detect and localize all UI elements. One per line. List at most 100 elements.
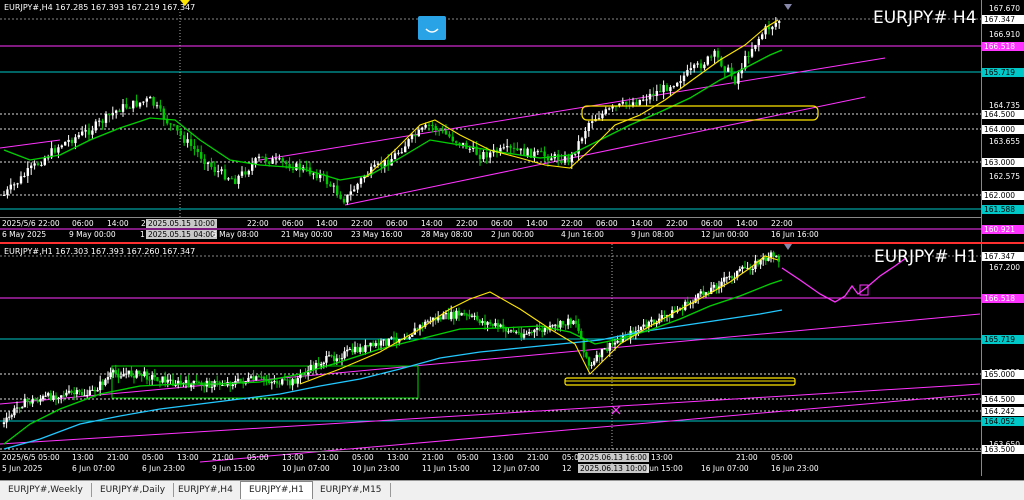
candle-body [536, 151, 539, 153]
time-label: 23 May 16:00 [351, 230, 403, 239]
candle-body [408, 336, 411, 339]
candle-body [669, 87, 672, 92]
candle-body [473, 315, 476, 317]
candle-body [6, 189, 9, 195]
h4-price-axis[interactable]: 167.670 166.910 164.735 163.655 162.575 167.3… [981, 0, 1024, 242]
tab-h4[interactable]: EURJPY#,H4 [170, 483, 242, 497]
zigzag-yellow [299, 255, 779, 385]
candle-body [325, 355, 328, 363]
candle-body [34, 399, 37, 401]
candle-body [482, 151, 485, 160]
candle-body [260, 376, 263, 378]
tab-weekly[interactable]: EURJPY#,Weekly [0, 483, 92, 497]
tab-daily[interactable]: EURJPY#,Daily [92, 483, 175, 497]
candle-body [448, 134, 451, 137]
candle-body [39, 399, 42, 402]
h1-price-axis[interactable]: 167.200165.950163.650167.347166.518165.7… [981, 244, 1024, 476]
candle-body [236, 378, 240, 382]
candle-body [274, 158, 278, 160]
candle-body [662, 85, 665, 93]
candle-body [672, 86, 675, 88]
candle-body [2, 422, 6, 424]
candle-body [584, 131, 587, 139]
candle-body [486, 322, 489, 325]
time-label: 9 Jun 15:00 [212, 464, 255, 473]
candle-body [520, 332, 523, 338]
candle-body [451, 136, 454, 142]
candle-body [18, 407, 21, 409]
candle-body [54, 395, 58, 399]
moving-average-cyan [3, 309, 783, 450]
candle-body [271, 158, 274, 164]
candle-body [234, 178, 237, 184]
candle-body [106, 377, 110, 380]
candle-body [660, 315, 663, 319]
h4-chart-canvas[interactable] [0, 0, 1024, 242]
candle-body [478, 319, 481, 324]
tab-h1[interactable]: EURJPY#,H1 [240, 481, 313, 499]
candle-body [556, 324, 559, 328]
candle-body [176, 125, 179, 131]
candle-body [192, 380, 195, 384]
candle-body [452, 311, 455, 319]
candle-body [104, 379, 107, 385]
candle-body [697, 293, 700, 299]
time-label: 06:00 [596, 219, 618, 228]
candle-body [526, 148, 529, 156]
candle-body [305, 167, 308, 169]
candle-body [298, 163, 301, 171]
candle-body [741, 266, 744, 269]
candle-body [421, 127, 424, 130]
candle-body [296, 378, 299, 384]
candle-body [44, 395, 47, 397]
candle-body [251, 164, 254, 171]
candle-body [569, 318, 572, 325]
price-label: 164.735 [988, 101, 1020, 110]
candle-body [572, 320, 575, 325]
candle-body [179, 130, 182, 136]
candle-body [702, 291, 705, 296]
time-label: 06:00 [282, 219, 304, 228]
candle-body [349, 191, 352, 195]
h1-chart-canvas[interactable] [0, 244, 1024, 476]
candle-body [184, 380, 188, 383]
candle-body [80, 391, 84, 396]
range-box [111, 365, 419, 399]
h1-time-axis[interactable]: 2025/6/5 05:00 13:00 21:00 05:00 13:00 21:00 0… [0, 451, 982, 476]
candle-body [13, 408, 16, 416]
candle-body [91, 389, 94, 391]
smiley-expert-icon[interactable] [418, 16, 446, 40]
candle-body [567, 318, 570, 326]
time-label: 06:00 [72, 219, 94, 228]
candle-body [778, 21, 781, 23]
tab-m15[interactable]: EURJPY#,M15 [312, 483, 391, 497]
time-label: Jun 15:00 [647, 464, 683, 473]
candle-body [30, 165, 33, 169]
time-label: 06:00 [701, 219, 723, 228]
time-label: 9 Jun 08:00 [631, 230, 674, 239]
h1-chart-pane[interactable]: EURJPY#,H1 167.303 167.393 167.260 167.3… [0, 244, 1024, 476]
candle-body [696, 63, 699, 65]
candle-body [554, 324, 557, 326]
time-label: 6 May 2025 [2, 230, 47, 239]
candle-body [155, 105, 159, 107]
candle-body [8, 416, 11, 418]
candle-body [761, 34, 764, 39]
candle-body [281, 158, 284, 162]
candle-body [642, 99, 645, 101]
time-label: 6 Jun 07:00 [72, 464, 115, 473]
h4-time-axis[interactable]: 2025/5/6 22:00 06:00 14:00 22:00 2025.05.15 … [0, 217, 982, 242]
time-label: 2025/5/6 22:00 [2, 219, 60, 228]
time-label: 13:00 [282, 453, 304, 462]
candle-body [601, 113, 604, 119]
h4-chart-pane[interactable]: EURJPY#,H4 167.285 167.393 167.219 167.3… [0, 0, 1024, 242]
time-label: 14:00 [736, 219, 758, 228]
candle-body [64, 141, 67, 146]
candle-body [600, 349, 604, 358]
candle-body [587, 122, 590, 132]
candle-body [665, 85, 669, 92]
candle-body [738, 268, 741, 271]
candle-body [145, 98, 148, 102]
candle-body [41, 396, 45, 400]
candle-body [317, 362, 320, 366]
